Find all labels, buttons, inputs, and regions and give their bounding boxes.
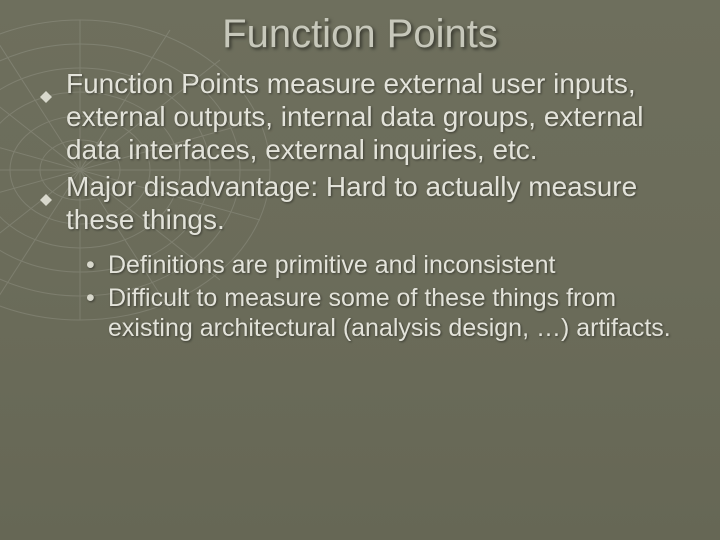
slide-title: Function Points — [30, 12, 690, 57]
list-item: • Difficult to measure some of these thi… — [86, 283, 690, 344]
list-item-text: Difficult to measure some of these thing… — [108, 284, 671, 343]
dot-bullet-icon: • — [86, 250, 95, 281]
diamond-bullet-icon — [40, 180, 52, 192]
dot-bullet-icon: • — [86, 283, 95, 314]
diamond-bullet-icon — [40, 77, 52, 89]
list-item: Major disadvantage: Hard to actually mea… — [38, 170, 690, 236]
bullet-list-level1: Function Points measure external user in… — [30, 67, 690, 236]
list-item-text: Function Points measure external user in… — [66, 68, 643, 165]
list-item: • Definitions are primitive and inconsis… — [86, 250, 690, 281]
list-item: Function Points measure external user in… — [38, 67, 690, 166]
bullet-list-level2: • Definitions are primitive and inconsis… — [30, 250, 690, 344]
slide-content: Function Points Function Points measure … — [0, 0, 720, 344]
list-item-text: Major disadvantage: Hard to actually mea… — [66, 171, 637, 235]
list-item-text: Definitions are primitive and inconsiste… — [108, 251, 555, 279]
